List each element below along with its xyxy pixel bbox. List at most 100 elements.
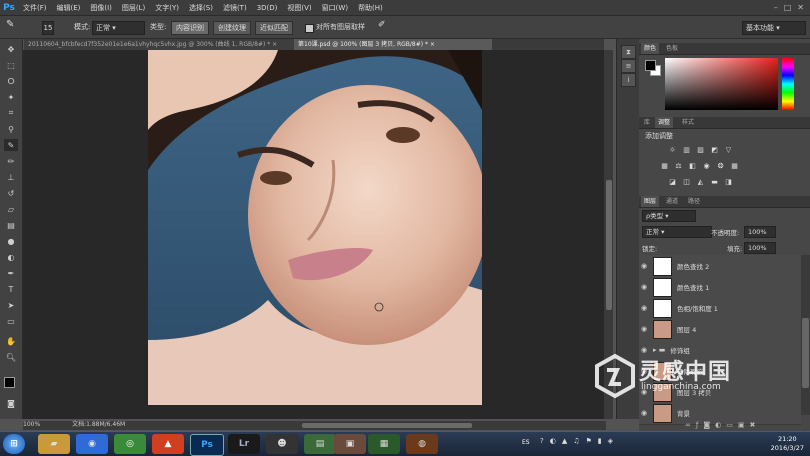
menu-3d[interactable]: 3D(D)	[252, 4, 283, 12]
horizontal-scroll-thumb[interactable]	[302, 423, 472, 428]
new-group-icon[interactable]: ▭	[726, 421, 738, 429]
visibility-eye-icon[interactable]: ◉	[639, 262, 649, 270]
layer-row[interactable]: ◉ 颜色查找 2	[639, 255, 801, 278]
brush-tool-icon[interactable]: ✏	[4, 155, 18, 167]
hand-tool-icon[interactable]: ✋	[4, 335, 18, 347]
tab-channels[interactable]: 通道	[663, 196, 681, 207]
tab-doc-2[interactable]: 第10课.psd @ 100% (图层 3 拷贝, RGB/8#) * ×	[294, 39, 492, 50]
selective-color-icon[interactable]: ◨	[724, 178, 733, 186]
dodge-tool-icon[interactable]: ◐	[4, 251, 18, 263]
visibility-eye-icon[interactable]: ◉	[639, 304, 649, 312]
blend-mode-select[interactable]: 正常 ▾	[642, 226, 712, 238]
start-button[interactable]: ⊞	[3, 434, 25, 454]
lightroom-icon[interactable]: Lr	[228, 434, 260, 454]
levels-icon[interactable]: ▥	[682, 146, 691, 154]
rectangle-tool-icon[interactable]: ▭	[4, 315, 18, 327]
tab-close-icon[interactable]: ×	[430, 41, 435, 48]
opacity-input[interactable]: 100%	[744, 226, 776, 238]
pressure-icon[interactable]: ✐	[378, 19, 386, 31]
mode-select[interactable]: 正常 ▾	[92, 21, 145, 35]
foreground-color-swatch[interactable]	[4, 377, 15, 388]
move-tool-icon[interactable]: ✥	[4, 43, 18, 55]
curves-icon[interactable]: ▨	[696, 146, 705, 154]
vertical-scroll-thumb[interactable]	[606, 180, 612, 310]
document-canvas[interactable]	[148, 50, 482, 405]
layer-row[interactable]: ◉ 颜色查找 1	[639, 276, 801, 299]
zoom-level[interactable]: 100%	[23, 421, 40, 428]
adjustment-layer-icon[interactable]: ◐	[715, 421, 726, 429]
quick-mask-icon[interactable]: ◙	[4, 397, 18, 409]
bw-icon[interactable]: ◧	[688, 162, 697, 170]
app-icon[interactable]: ▲	[152, 434, 184, 454]
lasso-tool-icon[interactable]: ⵔ	[4, 75, 18, 87]
explorer-icon[interactable]: ▰	[38, 434, 70, 454]
mask-icon[interactable]: ◙	[703, 421, 715, 429]
fill-input[interactable]: 100%	[744, 242, 776, 254]
layer-filter-select[interactable]: ρ类型 ▾	[642, 210, 696, 222]
menu-view[interactable]: 视图(V)	[282, 3, 316, 13]
posterize-icon[interactable]: ◫	[682, 178, 691, 186]
history-icon[interactable]: ⧗	[621, 45, 636, 59]
layers-scroll-thumb[interactable]	[802, 318, 809, 388]
eyedropper-icon[interactable]: ⚲	[4, 123, 18, 135]
content-aware-button[interactable]: 内容识别	[171, 21, 209, 35]
menu-file[interactable]: 文件(F)	[18, 3, 52, 13]
chrome-icon[interactable]: ◎	[114, 434, 146, 454]
app-icon-4[interactable]: ▣	[334, 434, 366, 454]
tab-paths[interactable]: 路径	[685, 196, 703, 207]
tab-library[interactable]: 库	[641, 117, 653, 128]
threshold-icon[interactable]: ◭	[696, 178, 705, 186]
history-brush-icon[interactable]: ↺	[4, 187, 18, 199]
brush-size-picker[interactable]: 15	[42, 21, 54, 35]
info-icon[interactable]: i	[621, 73, 636, 87]
zoom-tool-icon[interactable]: 🔍︎	[4, 351, 18, 363]
color-lookup-icon[interactable]: ▦	[730, 162, 739, 170]
brightness-icon[interactable]: ☼	[668, 146, 677, 154]
workspace-select[interactable]: 基本功能 ▾	[742, 21, 806, 35]
menu-type[interactable]: 文字(Y)	[150, 3, 184, 13]
marquee-tool-icon[interactable]: ⬚	[4, 59, 18, 71]
visibility-eye-icon[interactable]: ◉	[639, 325, 649, 333]
tab-adjustments[interactable]: 调整	[655, 117, 674, 128]
close-button[interactable]: ✕	[797, 3, 804, 12]
proximity-match-button[interactable]: 近似匹配	[255, 21, 293, 35]
menu-select[interactable]: 选择(S)	[184, 3, 218, 13]
tab-layers[interactable]: 图层	[641, 196, 660, 207]
gradient-icon[interactable]: ▤	[4, 219, 18, 231]
sample-all-checkbox[interactable]	[305, 24, 314, 33]
photo-filter-icon[interactable]: ◉	[702, 162, 711, 170]
menu-help[interactable]: 帮助(H)	[353, 3, 388, 13]
maximize-button[interactable]: □	[784, 3, 792, 12]
spot-healing-brush-icon[interactable]: ✎	[6, 19, 14, 31]
path-select-icon[interactable]: ➤	[4, 299, 18, 311]
app-icon-2[interactable]: ☻	[266, 434, 298, 454]
clock[interactable]: 21:20 2016/3/27	[771, 435, 804, 453]
vibrance-icon[interactable]: ▽	[724, 146, 733, 154]
photoshop-taskbar-icon[interactable]: Ps	[190, 434, 224, 456]
input-lang[interactable]: ES	[522, 439, 530, 446]
clone-stamp-icon[interactable]: ⊥	[4, 171, 18, 183]
media-icon[interactable]: ◉	[76, 434, 108, 454]
panel-fg-swatch[interactable]	[645, 60, 656, 71]
app-icon-5[interactable]: ▦	[368, 434, 400, 454]
type-tool-icon[interactable]: T	[4, 283, 18, 295]
tab-doc-1[interactable]: 20110604_bfcbfecd7f352e01e1e6a1vhyhqc5vh…	[24, 39, 300, 50]
layer-row[interactable]: ◉ 色相/饱和度 1	[639, 297, 801, 320]
menu-layer[interactable]: 图层(L)	[117, 3, 150, 13]
delete-layer-icon[interactable]: ✖	[749, 421, 760, 429]
tab-styles[interactable]: 样式	[679, 117, 697, 128]
invert-icon[interactable]: ◪	[668, 178, 677, 186]
tab-color[interactable]: 颜色	[641, 43, 660, 54]
app-icon-3[interactable]: ▤	[304, 434, 336, 454]
exposure-icon[interactable]: ◩	[710, 146, 719, 154]
create-texture-button[interactable]: 创建纹理	[213, 21, 251, 35]
crop-tool-icon[interactable]: ⌗	[4, 107, 18, 119]
healing-brush-icon[interactable]: ✎	[4, 139, 18, 151]
new-layer-icon[interactable]: ▣	[738, 421, 750, 429]
visibility-eye-icon[interactable]: ◉	[639, 283, 649, 291]
minimize-button[interactable]: –	[774, 3, 778, 12]
blur-tool-icon[interactable]: ●	[4, 235, 18, 247]
color-balance-icon[interactable]: ⚖	[674, 162, 683, 170]
menu-window[interactable]: 窗口(W)	[317, 3, 353, 13]
gradient-map-icon[interactable]: ▬	[710, 178, 719, 186]
